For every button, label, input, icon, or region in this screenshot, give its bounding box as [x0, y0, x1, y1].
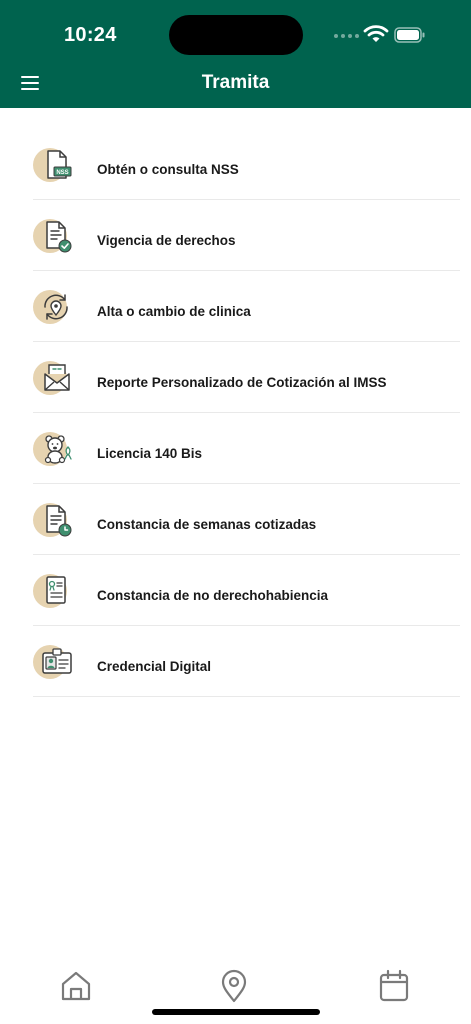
document-clock-icon	[33, 502, 75, 538]
svg-text:NSS: NSS	[56, 170, 68, 176]
home-indicator[interactable]	[152, 1009, 320, 1015]
list-item-no-derechohabiencia[interactable]: Constancia de no derechohabiencia	[0, 555, 471, 626]
list-item-alta-cambio-clinica[interactable]: Alta o cambio de clinica	[0, 271, 471, 342]
list-item-obten-nss[interactable]: NSS Obtén o consulta NSS	[0, 129, 471, 200]
list-item-label: Constancia de no derechohabiencia	[97, 588, 329, 603]
list-item-credencial-digital[interactable]: Credencial Digital	[0, 626, 471, 697]
list-item-semanas-cotizadas[interactable]: Constancia de semanas cotizadas	[0, 484, 471, 555]
app-header: 10:24 Tramita	[0, 0, 471, 108]
envelope-report-icon	[33, 360, 75, 396]
status-time: 10:24	[64, 24, 117, 46]
calendar-icon	[379, 969, 409, 1002]
list-item-vigencia-derechos[interactable]: Vigencia de derechos	[0, 200, 471, 271]
list-item-reporte-cotizacion[interactable]: Reporte Personalizado de Cotización al I…	[0, 342, 471, 413]
list-item-label: Licencia 140 Bis	[97, 446, 203, 461]
list-item-label: Obtén o consulta NSS	[97, 162, 239, 177]
page-title: Tramita	[201, 72, 270, 93]
tab-calendar[interactable]	[376, 968, 412, 1004]
list-item-label: Vigencia de derechos	[97, 233, 236, 248]
cellular-signal-icon	[334, 34, 359, 38]
clipboard-certificate-icon	[33, 573, 75, 609]
verified-document-icon	[33, 218, 75, 254]
list-item-label: Credencial Digital	[97, 659, 212, 674]
list-item-licencia-140-bis[interactable]: Licencia 140 Bis	[0, 413, 471, 484]
list-item-label: Reporte Personalizado de Cotización al I…	[97, 375, 387, 390]
battery-icon	[394, 27, 425, 43]
location-refresh-icon	[33, 289, 75, 325]
tramites-list: NSS Obtén o consulta NSS Vigencia de der…	[0, 129, 471, 697]
teddy-bear-ribbon-icon	[33, 431, 75, 467]
list-item-label: Alta o cambio de clinica	[97, 304, 251, 319]
nss-document-icon: NSS	[33, 147, 75, 183]
tab-location[interactable]	[216, 968, 252, 1004]
home-icon	[61, 971, 91, 1001]
location-pin-icon	[221, 969, 247, 1003]
list-item-label: Constancia de semanas cotizadas	[97, 517, 317, 532]
dynamic-island	[169, 15, 303, 55]
wifi-icon	[363, 25, 389, 42]
tab-home[interactable]	[58, 968, 94, 1004]
divider	[33, 696, 460, 697]
id-card-icon	[33, 644, 75, 680]
